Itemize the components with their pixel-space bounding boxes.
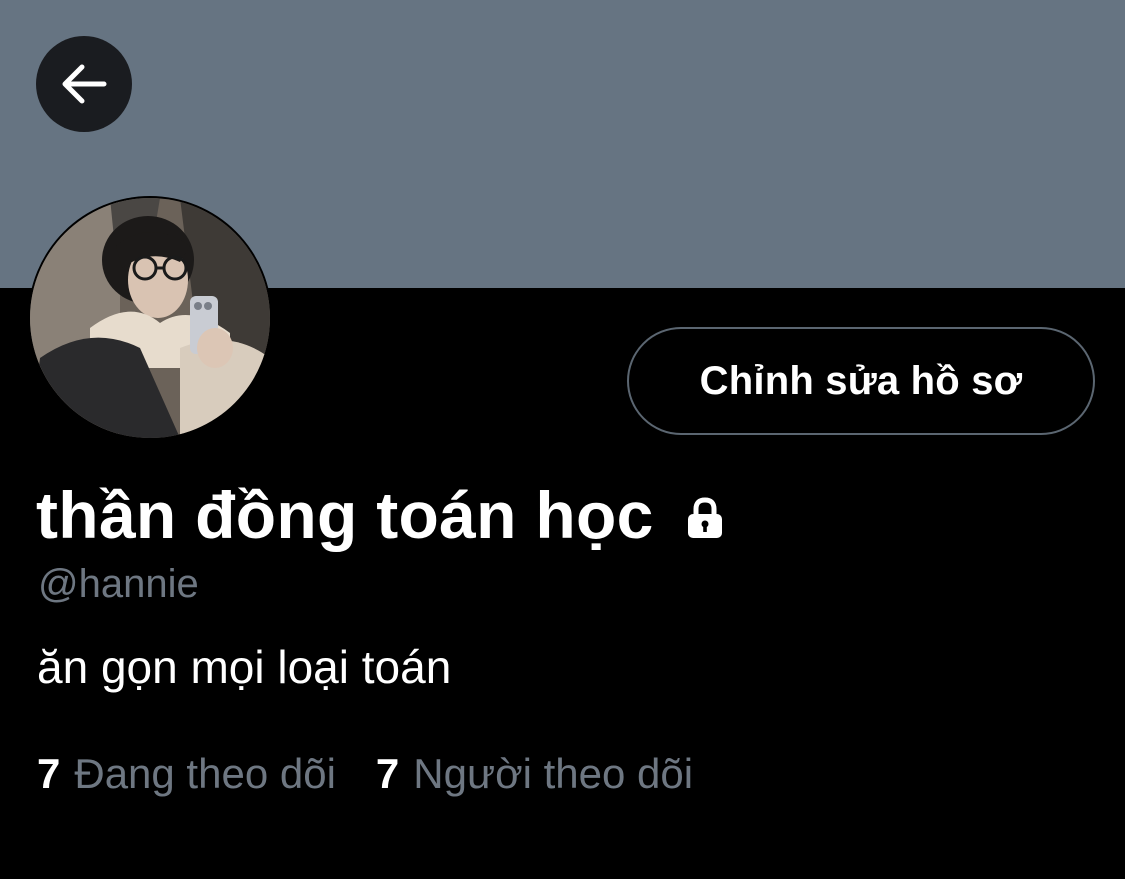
lock-icon [687,497,722,538]
arrow-left-icon [62,64,107,104]
followers-label: Người theo dõi [413,750,694,797]
back-button[interactable] [36,36,132,132]
followers-link[interactable]: 7 Người theo dõi [376,750,693,798]
edit-profile-button[interactable]: Chỉnh sửa hồ sơ [627,327,1095,435]
following-label: Đang theo dõi [74,750,336,797]
display-name: thần đồng toán học [36,478,654,552]
followers-count: 7 [375,750,400,797]
avatar-photo [30,198,270,438]
username-handle: @hannie [38,562,199,606]
avatar[interactable] [28,196,272,440]
profile-bio: ăn gọn mọi loại toán [37,641,452,693]
following-count: 7 [37,750,61,797]
following-link[interactable]: 7 Đang theo dõi [37,750,336,798]
follow-stats: 7 Đang theo dõi 7 Người theo dõi [37,750,693,798]
profile-name-row: thần đồng toán học [36,470,728,560]
